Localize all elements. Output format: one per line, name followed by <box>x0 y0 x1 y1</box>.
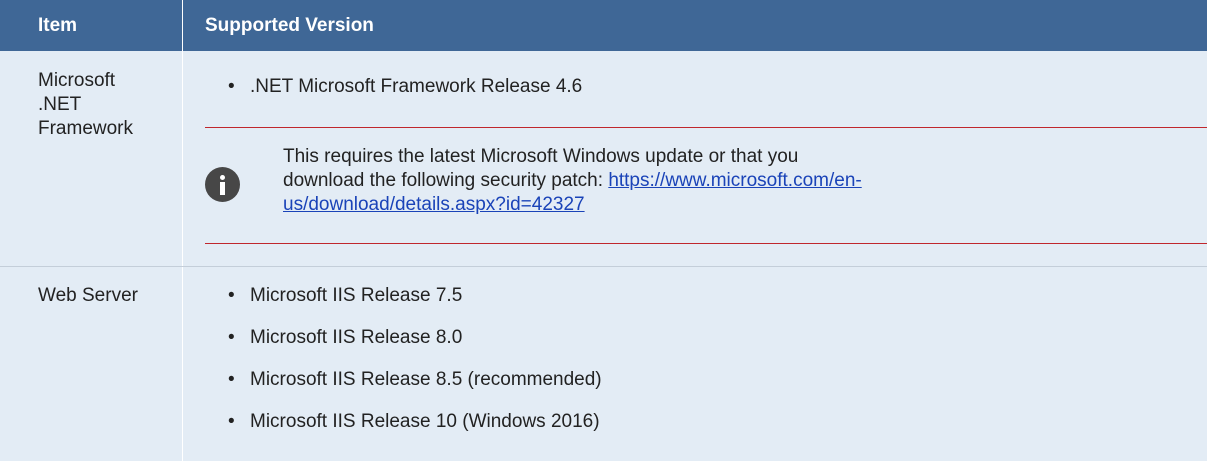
bullet-icon: • <box>228 285 235 306</box>
list-item-text: Microsoft IIS Release 10 (Windows 2016) <box>250 411 600 432</box>
note-top-rule <box>205 127 1207 128</box>
list-item: • Microsoft IIS Release 8.0 <box>228 326 602 350</box>
bullet-icon: • <box>228 327 235 348</box>
item-line: Framework <box>38 118 134 139</box>
version-list: • Microsoft IIS Release 7.5 • Microsoft … <box>228 284 602 434</box>
bullet-icon: • <box>228 76 235 97</box>
column-divider <box>182 267 183 461</box>
version-list: • .NET Microsoft Framework Release 4.6 <box>228 75 582 99</box>
item-line: .NET <box>38 94 82 115</box>
list-item-text: Microsoft IIS Release 8.0 <box>250 327 463 348</box>
list-item: • Microsoft IIS Release 7.5 <box>228 284 602 308</box>
list-item-text: Microsoft IIS Release 7.5 <box>250 285 463 306</box>
list-item: • Microsoft IIS Release 8.5 (recommended… <box>228 368 602 392</box>
note-box: This requires the latest Microsoft Windo… <box>205 127 1207 244</box>
bullet-icon: • <box>228 369 235 390</box>
list-item: • Microsoft IIS Release 10 (Windows 2016… <box>228 410 602 434</box>
list-item-text: Microsoft IIS Release 8.5 (recommended) <box>250 369 602 390</box>
header-column-divider <box>182 0 183 51</box>
list-item: • .NET Microsoft Framework Release 4.6 <box>228 75 582 99</box>
supported-versions-table: Item Supported Version Microsoft .NET Fr… <box>0 0 1207 461</box>
list-item-text: .NET Microsoft Framework Release 4.6 <box>250 76 583 97</box>
column-divider <box>182 51 183 266</box>
header-item: Item <box>38 15 78 36</box>
bullet-icon: • <box>228 411 235 432</box>
item-cell: Microsoft .NET Framework <box>38 69 133 141</box>
item-cell: Web Server <box>38 285 138 306</box>
header-supported-version: Supported Version <box>205 15 374 36</box>
item-line: Microsoft <box>38 70 116 91</box>
info-icon <box>205 167 240 202</box>
note-bottom-rule <box>205 243 1207 244</box>
note-text: This requires the latest Microsoft Windo… <box>283 145 883 217</box>
